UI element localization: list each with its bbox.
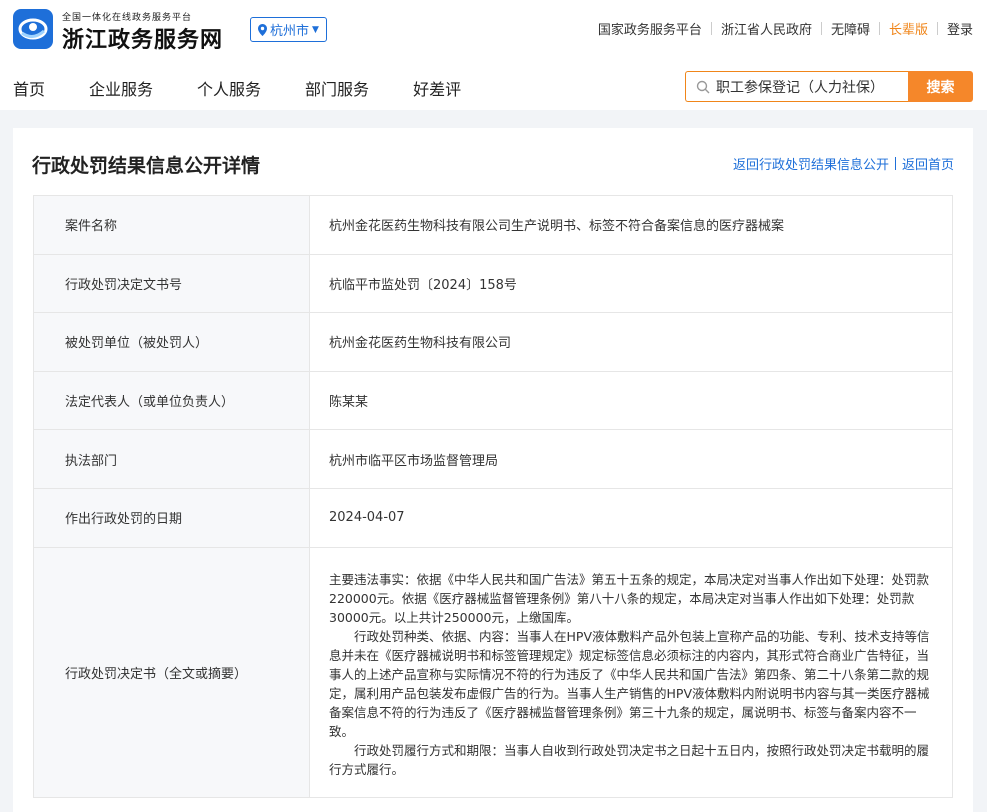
link-elder-version[interactable]: 长辈版 — [889, 19, 928, 38]
detail-row-case-name: 案件名称 杭州金花医药生物科技有限公司生产说明书、标签不符合备案信息的医疗器械案 — [34, 196, 953, 255]
decision-text: 主要违法事实：依据《中华人民共和国广告法》第五十五条的规定，本局决定对当事人作出… — [310, 547, 953, 797]
detail-table: 案件名称 杭州金花医药生物科技有限公司生产说明书、标签不符合备案信息的医疗器械案… — [33, 195, 953, 798]
row-label: 执法部门 — [34, 430, 310, 488]
link-accessibility[interactable]: 无障碍 — [831, 19, 870, 38]
search-value: 职工参保登记（人力社保） — [716, 79, 884, 96]
detail-row-legal-representative: 法定代表人（或单位负责人） 陈某某 — [34, 371, 953, 431]
detail-row-decision-date: 作出行政处罚的日期 2024-04-07 — [34, 488, 953, 548]
link-back-home[interactable]: 返回首页 — [902, 154, 954, 173]
top-links: 国家政务服务平台 浙江省人民政府 无障碍 长辈版 登录 — [598, 19, 973, 38]
caret-down-icon: ▼ — [312, 24, 319, 35]
nav-home[interactable]: 首页 — [13, 76, 45, 100]
row-label: 被处罚单位（被处罚人） — [34, 313, 310, 371]
decision-paragraph: 主要违法事实：依据《中华人民共和国广告法》第五十五条的规定，本局决定对当事人作出… — [329, 571, 930, 625]
row-value: 2024-04-07 — [310, 488, 953, 547]
zhejiang-logo-icon[interactable] — [13, 9, 53, 49]
search-button[interactable]: 搜索 — [908, 71, 973, 102]
divider — [936, 22, 938, 35]
city-selector[interactable]: 杭州市 ▼ — [250, 17, 327, 42]
detail-row-enforcement-department: 执法部门 杭州市临平区市场监督管理局 — [34, 430, 953, 489]
divider — [894, 157, 896, 170]
row-label: 行政处罚决定文书号 — [34, 254, 310, 313]
divider — [710, 22, 712, 35]
location-pin-icon — [258, 23, 267, 36]
breadcrumb: 返回行政处罚结果信息公开 返回首页 — [733, 154, 954, 173]
link-provincial-government[interactable]: 浙江省人民政府 — [721, 19, 812, 38]
detail-row-decision-document: 行政处罚决定书（全文或摘要） 主要违法事实：依据《中华人民共和国广告法》第五十五… — [34, 547, 953, 798]
divider — [878, 22, 880, 35]
row-value: 杭州金花医药生物科技有限公司生产说明书、标签不符合备案信息的医疗器械案 — [310, 196, 953, 254]
detail-row-document-number: 行政处罚决定文书号 杭临平市监处罚〔2024〕158号 — [34, 254, 953, 314]
nav-rating[interactable]: 好差评 — [413, 76, 461, 100]
link-login[interactable]: 登录 — [947, 19, 973, 38]
site-header: 全国一体化在线政务服务平台 浙江政务服务网 杭州市 ▼ 国家政务服务平台 浙江省… — [0, 0, 987, 110]
row-label: 作出行政处罚的日期 — [34, 488, 310, 547]
divider — [820, 22, 822, 35]
link-national-platform[interactable]: 国家政务服务平台 — [598, 19, 702, 38]
main-nav: 首页 企业服务 个人服务 部门服务 好差评 — [13, 76, 505, 100]
page-title: 行政处罚结果信息公开详情 — [32, 155, 261, 177]
row-value: 杭州金花医药生物科技有限公司 — [310, 313, 953, 371]
content-panel: 行政处罚结果信息公开详情 返回行政处罚结果信息公开 返回首页 案件名称 杭州金花… — [13, 128, 973, 812]
row-label: 行政处罚决定书（全文或摘要） — [34, 547, 310, 797]
row-value: 杭州市临平区市场监督管理局 — [310, 430, 953, 488]
link-back-to-list[interactable]: 返回行政处罚结果信息公开 — [733, 154, 889, 173]
nav-enterprise-services[interactable]: 企业服务 — [89, 76, 153, 100]
row-value: 陈某某 — [310, 371, 953, 430]
decision-paragraph: 行政处罚种类、依据、内容：当事人在HPV液体敷料产品外包装上宣称产品的功能、专利… — [329, 628, 930, 739]
search-input[interactable]: 职工参保登记（人力社保） — [685, 71, 908, 102]
nav-department-services[interactable]: 部门服务 — [305, 76, 369, 100]
site-title[interactable]: 浙江政务服务网 — [62, 22, 223, 54]
search-icon — [696, 80, 710, 93]
detail-row-penalized-party: 被处罚单位（被处罚人） 杭州金花医药生物科技有限公司 — [34, 313, 953, 372]
city-name: 杭州市 — [270, 24, 310, 39]
nav-personal-services[interactable]: 个人服务 — [197, 76, 261, 100]
decision-paragraph: 行政处罚履行方式和期限：当事人自收到行政处罚决定书之日起十五日内，按照行政处罚决… — [329, 742, 930, 777]
row-label: 法定代表人（或单位负责人） — [34, 371, 310, 430]
search-bar: 职工参保登记（人力社保） 搜索 — [685, 71, 973, 102]
row-value: 杭临平市监处罚〔2024〕158号 — [310, 254, 953, 313]
row-label: 案件名称 — [34, 196, 310, 254]
